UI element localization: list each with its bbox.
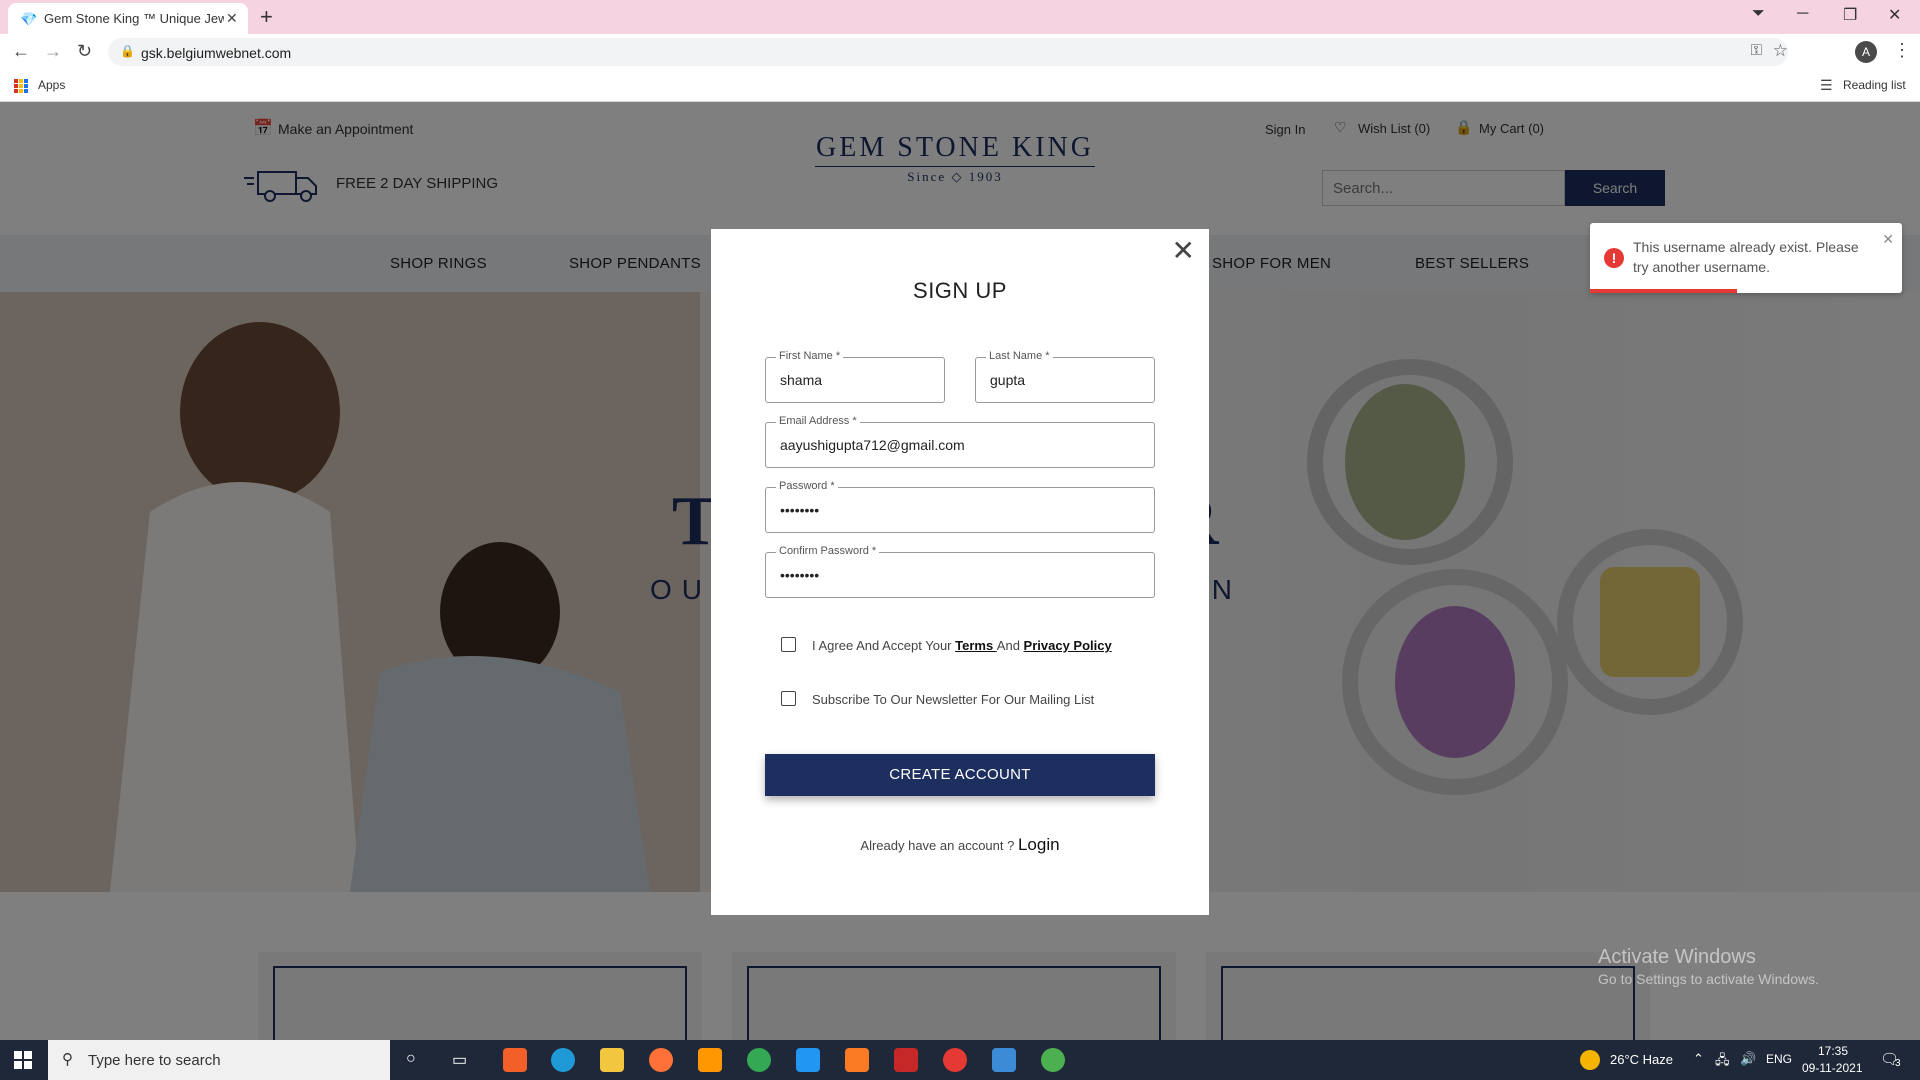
network-icon[interactable]: 🖧 [1715, 1051, 1730, 1073]
bookmarks-bar: Apps ☰ Reading list [0, 70, 1920, 102]
first-name-label: First Name * [776, 350, 844, 362]
newsletter-label: Subscribe To Our Newsletter For Our Mail… [812, 692, 1095, 707]
back-arrow-icon[interactable]: ← [12, 41, 30, 62]
password-label: Password * [776, 480, 838, 492]
clock-date[interactable]: 09-11-2021 [1802, 1061, 1863, 1075]
email-label: Email Address * [776, 415, 860, 427]
reading-list-icon[interactable]: ☰ [1820, 77, 1833, 94]
browser-toolbar: ← → ↻ 🔒 gsk.belgiumwebnet.com ⚿ ☆ A ⋮ [0, 34, 1920, 70]
opera-icon[interactable] [943, 1048, 967, 1072]
modal-close-icon[interactable]: ✕ [1172, 237, 1195, 265]
edge-browser-icon[interactable] [551, 1048, 575, 1072]
diamond-favicon-icon: 💎 [20, 11, 38, 27]
windows-activation-watermark: Activate Windows Go to Settings to activ… [1598, 946, 1819, 987]
notification-count: 3 [1895, 1058, 1901, 1069]
password-value: •••••••• [780, 502, 820, 518]
confirm-password-label: Confirm Password * [776, 545, 880, 557]
agree-terms-checkbox[interactable] [781, 637, 796, 652]
photos-app-icon[interactable] [992, 1048, 1016, 1072]
last-name-field[interactable]: Last Name * gupta [975, 350, 1155, 403]
activate-subtitle: Go to Settings to activate Windows. [1598, 971, 1819, 987]
confirm-password-value: •••••••• [780, 567, 820, 583]
url-text: gsk.belgiumwebnet.com [141, 45, 292, 61]
xampp-icon[interactable] [845, 1048, 869, 1072]
toast-message: This username already exist. Please try … [1633, 239, 1859, 275]
windows-taskbar: ⚲ Type here to search ○ ▭ 26°C Haze ⌃ 🖧 … [0, 1040, 1920, 1080]
weather-text[interactable]: 26°C Haze [1610, 1052, 1673, 1067]
login-link[interactable]: Login [1018, 835, 1060, 854]
email-field[interactable]: Email Address * aayushigupta712@gmail.co… [765, 415, 1155, 468]
agree-and: And [996, 638, 1024, 653]
toast-close-icon[interactable]: ✕ [1882, 231, 1894, 248]
website-page: 📅 Make an Appointment FREE 2 DAY SHIPPIN… [0, 102, 1920, 1040]
last-name-label: Last Name * [986, 350, 1053, 362]
windows-start-icon[interactable] [14, 1051, 32, 1069]
tab-title: Gem Stone King ™ Unique Jeweli [44, 11, 224, 26]
modal-title: SIGN UP [913, 278, 1007, 303]
agree-prefix: I Agree And Accept Your [812, 638, 956, 653]
address-bar[interactable]: 🔒 gsk.belgiumwebnet.com ⚿ ☆ [108, 38, 1788, 66]
first-name-value: shama [780, 372, 823, 388]
error-icon: ! [1604, 248, 1624, 268]
terms-link[interactable]: Terms [955, 638, 997, 653]
lock-icon: 🔒 [120, 44, 135, 58]
newsletter-checkbox[interactable] [781, 691, 796, 706]
sign-up-modal: ✕ SIGN UP First Name * shama Last Name *… [711, 229, 1209, 915]
brush-app-icon[interactable] [503, 1048, 527, 1072]
volume-icon[interactable]: 🔊 [1740, 1051, 1756, 1067]
new-tab-icon[interactable]: + [260, 4, 273, 30]
tray-chevron-icon[interactable]: ⌃ [1693, 1051, 1704, 1067]
privacy-policy-link[interactable]: Privacy Policy [1024, 638, 1112, 653]
tab-close-icon[interactable]: ✕ [226, 10, 238, 27]
agree-terms-label: I Agree And Accept Your Terms And Privac… [812, 638, 1112, 653]
taskbar-search-box[interactable]: ⚲ Type here to search [48, 1040, 390, 1080]
browser-tab-strip: 💎 Gem Stone King ™ Unique Jeweli ✕ + ⏷ ─… [0, 0, 1920, 34]
tab-search-icon[interactable]: ⏷ [1752, 5, 1765, 23]
activate-title: Activate Windows [1598, 946, 1756, 968]
language-indicator[interactable]: ENG [1766, 1052, 1792, 1066]
minimize-icon[interactable]: ─ [1797, 5, 1808, 23]
first-name-field[interactable]: First Name * shama [765, 350, 945, 403]
clock-time[interactable]: 17:35 [1818, 1044, 1848, 1058]
search-icon: ⚲ [62, 1051, 73, 1068]
reload-icon[interactable]: ↻ [77, 41, 92, 62]
browser-tab[interactable]: 💎 Gem Stone King ™ Unique Jeweli ✕ [8, 3, 248, 34]
apps-bookmark[interactable]: Apps [38, 78, 65, 92]
last-name-value: gupta [990, 372, 1026, 388]
window-close-icon[interactable]: ✕ [1888, 5, 1901, 25]
reading-list-button[interactable]: Reading list [1843, 78, 1906, 92]
login-prompt: Already have an account ? [860, 838, 1018, 853]
error-toast: ! This username already exist. Please tr… [1590, 223, 1902, 293]
restore-icon[interactable]: ❐ [1843, 5, 1857, 25]
apps-grid-icon[interactable] [14, 79, 28, 93]
bookmark-star-icon[interactable]: ☆ [1773, 41, 1788, 61]
chrome-profile-icon[interactable] [1041, 1048, 1065, 1072]
taskbar-search-placeholder: Type here to search [88, 1052, 221, 1069]
email-value: aayushigupta712@gmail.com [780, 437, 965, 453]
vscode-icon[interactable] [796, 1048, 820, 1072]
firefox-icon[interactable] [649, 1048, 673, 1072]
confirm-password-field[interactable]: Confirm Password * •••••••• [765, 545, 1155, 598]
password-field[interactable]: Password * •••••••• [765, 480, 1155, 533]
browser-menu-icon[interactable]: ⋮ [1893, 40, 1911, 61]
filezilla-icon[interactable] [894, 1048, 918, 1072]
create-account-button[interactable]: CREATE ACCOUNT [765, 754, 1155, 796]
weather-icon [1580, 1050, 1600, 1070]
profile-avatar[interactable]: A [1855, 41, 1877, 63]
cortana-icon[interactable]: ○ [406, 1050, 416, 1068]
sublime-text-icon[interactable] [698, 1048, 722, 1072]
login-row: Already have an account ? Login [711, 835, 1209, 855]
task-view-icon[interactable]: ▭ [452, 1050, 467, 1070]
toast-progress-bar [1590, 289, 1737, 293]
chrome-icon[interactable] [747, 1048, 771, 1072]
forward-arrow-icon[interactable]: → [44, 41, 62, 62]
key-icon[interactable]: ⚿ [1751, 42, 1762, 59]
file-explorer-icon[interactable] [600, 1048, 624, 1072]
